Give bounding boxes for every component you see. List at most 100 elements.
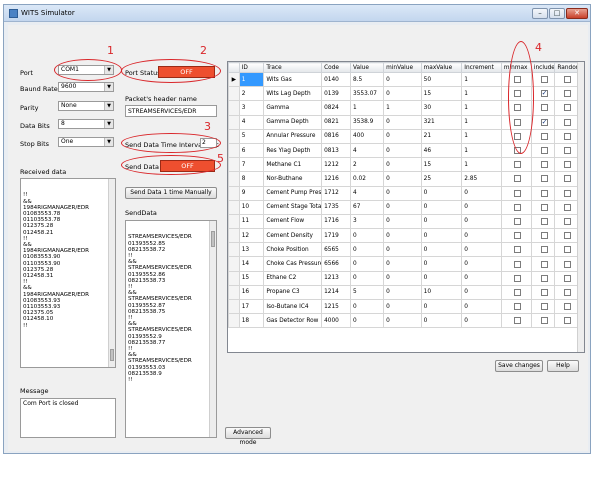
cell-id[interactable]: 7 (238, 157, 265, 173)
send-once-button[interactable]: Send Data 1 time Manually (125, 187, 217, 199)
column-header[interactable]: Code (321, 62, 351, 73)
cell-inc[interactable]: 0 (461, 228, 502, 244)
cell-code[interactable]: 1719 (321, 228, 351, 244)
cell-inc[interactable]: 0 (461, 185, 502, 201)
cell-id[interactable]: 10 (238, 199, 265, 215)
row-header[interactable]: ▶ (228, 71, 240, 88)
column-header[interactable]: maxValue (420, 62, 463, 73)
cell-max[interactable]: 15 (420, 86, 463, 102)
row-header[interactable] (228, 213, 240, 230)
cell-max[interactable]: 0 (420, 213, 463, 230)
cell-inc[interactable]: 0 (461, 313, 502, 329)
include-checkbox[interactable] (540, 161, 548, 169)
cell-min[interactable]: 0 (383, 284, 422, 301)
cell-min[interactable]: 1 (383, 100, 422, 116)
random-checkbox[interactable] (564, 274, 572, 282)
cell-trace[interactable]: Cement Flow (263, 213, 323, 230)
cell-value[interactable]: 0 (349, 270, 385, 286)
cell-id[interactable]: 9 (238, 185, 265, 201)
traces-grid[interactable]: ID Trace Code Value minValue maxValue In… (227, 61, 585, 353)
cell-trace[interactable]: Methane C1 (263, 157, 323, 173)
received-scrollbar[interactable] (108, 179, 115, 367)
cell-max[interactable]: 0 (420, 185, 463, 201)
random-checkbox[interactable] (564, 303, 572, 311)
cell-value[interactable]: 3 (349, 213, 385, 230)
cell-min[interactable]: 0 (383, 242, 422, 258)
cell-min[interactable]: 0 (383, 86, 422, 102)
close-button[interactable]: ✕ (566, 8, 588, 19)
cell-value[interactable]: 4 (349, 142, 385, 159)
column-header[interactable]: include (530, 62, 556, 73)
include-checkbox[interactable] (540, 246, 548, 254)
minmax-checkbox[interactable] (513, 274, 521, 282)
row-header[interactable] (228, 298, 240, 315)
cell-id[interactable]: 1 (238, 71, 265, 88)
table-row[interactable]: 4 Gamma Depth 0821 3538.9 0 321 1 (228, 114, 579, 130)
column-header[interactable]: Random (554, 62, 579, 73)
cell-id[interactable]: 11 (238, 213, 265, 230)
cell-code[interactable]: 1212 (321, 157, 351, 173)
include-checkbox[interactable] (540, 104, 548, 112)
cell-max[interactable]: 30 (420, 100, 463, 116)
minmax-checkbox[interactable] (513, 232, 521, 240)
include-checkbox[interactable] (540, 189, 548, 197)
include-checkbox[interactable] (540, 303, 548, 311)
cell-value[interactable]: 5 (349, 284, 385, 301)
row-header[interactable] (228, 313, 240, 329)
row-header[interactable] (228, 199, 240, 215)
send-data-toggle[interactable]: OFF (160, 160, 215, 172)
random-checkbox[interactable] (564, 246, 572, 254)
port-select[interactable]: COM1 ▼ (58, 65, 114, 75)
cell-max[interactable]: 21 (420, 128, 463, 144)
header-name-input[interactable]: STREAMSERVICES/EDR (125, 105, 217, 117)
include-checkbox[interactable] (540, 260, 548, 268)
cell-value[interactable]: 400 (349, 128, 385, 144)
cell-id[interactable]: 8 (238, 171, 265, 187)
cell-min[interactable]: 0 (383, 157, 422, 173)
cell-trace[interactable]: Annular Pressure (263, 128, 323, 144)
minmax-checkbox[interactable] (513, 189, 521, 197)
table-row[interactable]: 12 Cement Density 1719 0 0 0 0 (228, 228, 579, 244)
cell-id[interactable]: 17 (238, 298, 265, 315)
cell-value[interactable]: 0 (349, 256, 385, 272)
cell-code[interactable]: 1712 (321, 185, 351, 201)
cell-max[interactable]: 0 (420, 313, 463, 329)
include-checkbox[interactable] (540, 132, 548, 140)
cell-min[interactable]: 0 (383, 213, 422, 230)
minmax-checkbox[interactable] (513, 288, 521, 296)
include-checkbox[interactable] (540, 76, 548, 84)
column-header[interactable]: ID (238, 62, 265, 73)
advanced-mode-button[interactable]: Advanced mode (225, 427, 271, 446)
row-header[interactable] (228, 256, 240, 272)
cell-code[interactable]: 1215 (321, 298, 351, 315)
cell-value[interactable]: 0 (349, 298, 385, 315)
title-bar[interactable]: WITS Simulator – □ ✕ (4, 5, 590, 22)
cell-value[interactable]: 3553.07 (349, 86, 385, 102)
table-row[interactable]: 10 Cement Stage Total 1735 67 0 0 0 (228, 199, 579, 215)
random-checkbox[interactable] (564, 147, 572, 155)
random-checkbox[interactable] (564, 175, 572, 183)
row-header[interactable] (228, 86, 240, 102)
cell-value[interactable]: 8.5 (349, 71, 385, 88)
cell-trace[interactable]: Nor-Buthane (263, 171, 323, 187)
cell-value[interactable]: 3538.9 (349, 114, 385, 130)
cell-code[interactable]: 1214 (321, 284, 351, 301)
cell-id[interactable]: 6 (238, 142, 265, 159)
cell-code[interactable]: 1735 (321, 199, 351, 215)
cell-code[interactable]: 6565 (321, 242, 351, 258)
cell-value[interactable]: 2 (349, 157, 385, 173)
cell-max[interactable]: 0 (420, 242, 463, 258)
column-header[interactable]: Value (349, 62, 385, 73)
cell-value[interactable]: 0 (349, 228, 385, 244)
cell-min[interactable]: 0 (383, 313, 422, 329)
minmax-checkbox[interactable] (513, 118, 521, 126)
scroll-thumb[interactable] (211, 231, 215, 247)
cell-inc[interactable]: 1 (461, 100, 502, 116)
include-checkbox[interactable] (540, 175, 548, 183)
minmax-checkbox[interactable] (513, 90, 521, 98)
table-row[interactable]: 3 Gamma 0824 1 1 30 1 (228, 100, 579, 116)
cell-id[interactable]: 2 (238, 86, 265, 102)
minmax-checkbox[interactable] (513, 217, 521, 225)
cell-min[interactable]: 0 (383, 185, 422, 201)
cell-max[interactable]: 46 (420, 142, 463, 159)
